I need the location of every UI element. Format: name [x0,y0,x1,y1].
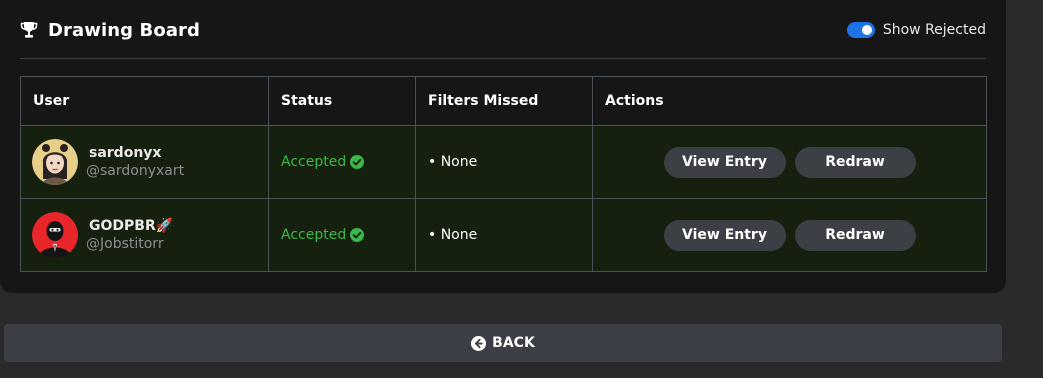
column-header-status: Status [268,76,416,126]
actions-cell: View Entry Redraw [592,125,987,199]
redraw-button[interactable]: Redraw [794,219,916,251]
back-button[interactable]: BACK [4,324,1002,362]
user-cell: sardonyx @sardonyxart [20,125,269,199]
status-cell: Accepted [268,198,416,272]
filters-missed-cell: • None [415,125,593,199]
show-rejected-label: Show Rejected [882,22,986,38]
row-actions: View Entry Redraw [605,219,974,251]
user-names: GODPBR🚀 @Jobstitorr [86,217,173,253]
username[interactable]: GODPBR🚀 [86,217,173,235]
filters-missed-value: • None [428,227,478,243]
filters-missed-cell: • None [415,198,593,272]
username[interactable]: sardonyx [86,144,184,162]
check-circle-icon [350,228,365,242]
user-names: sardonyx @sardonyxart [86,144,184,180]
table-row: GODPBR🚀 @Jobstitorr Accepted • None View… [20,198,987,272]
status-badge: Accepted [281,154,403,170]
user-cell: GODPBR🚀 @Jobstitorr [20,198,269,272]
table-row: sardonyx @sardonyxart Accepted • None Vi… [20,125,987,199]
status-text: Accepted [281,154,347,170]
check-circle-icon [350,155,365,169]
title-wrap: Drawing Board [20,16,200,44]
view-entry-button[interactable]: View Entry [663,219,786,251]
user-info: GODPBR🚀 @Jobstitorr [32,212,256,258]
panel-header: Drawing Board Show Rejected [20,16,986,44]
trophy-icon [20,22,38,38]
avatar[interactable] [32,139,78,185]
redraw-button[interactable]: Redraw [794,146,916,178]
row-actions: View Entry Redraw [605,146,974,178]
back-label: BACK [492,335,535,351]
show-rejected-toggle[interactable] [846,22,875,38]
arrow-left-circle-icon [471,335,487,351]
user-handle[interactable]: @sardonyxart [86,162,184,180]
header-divider [20,58,986,59]
page-title: Drawing Board [48,19,201,41]
table-header-row: User Status Filters Missed Actions [20,76,987,126]
status-badge: Accepted [281,227,403,243]
column-header-user: User [20,76,269,126]
entries-table: User Status Filters Missed Actions sardo… [20,76,987,272]
column-header-filters-missed: Filters Missed [415,76,593,126]
status-cell: Accepted [268,125,416,199]
column-header-actions: Actions [592,76,987,126]
drawing-board-panel: Drawing Board Show Rejected User Status … [0,0,1006,293]
view-entry-button[interactable]: View Entry [663,146,786,178]
filters-missed-value: • None [428,154,478,170]
show-rejected-control: Show Rejected [846,16,986,44]
actions-cell: View Entry Redraw [592,198,987,272]
avatar[interactable] [32,212,78,258]
user-info: sardonyx @sardonyxart [32,139,256,185]
user-handle[interactable]: @Jobstitorr [86,235,173,253]
toggle-knob [861,25,872,35]
status-text: Accepted [281,227,347,243]
